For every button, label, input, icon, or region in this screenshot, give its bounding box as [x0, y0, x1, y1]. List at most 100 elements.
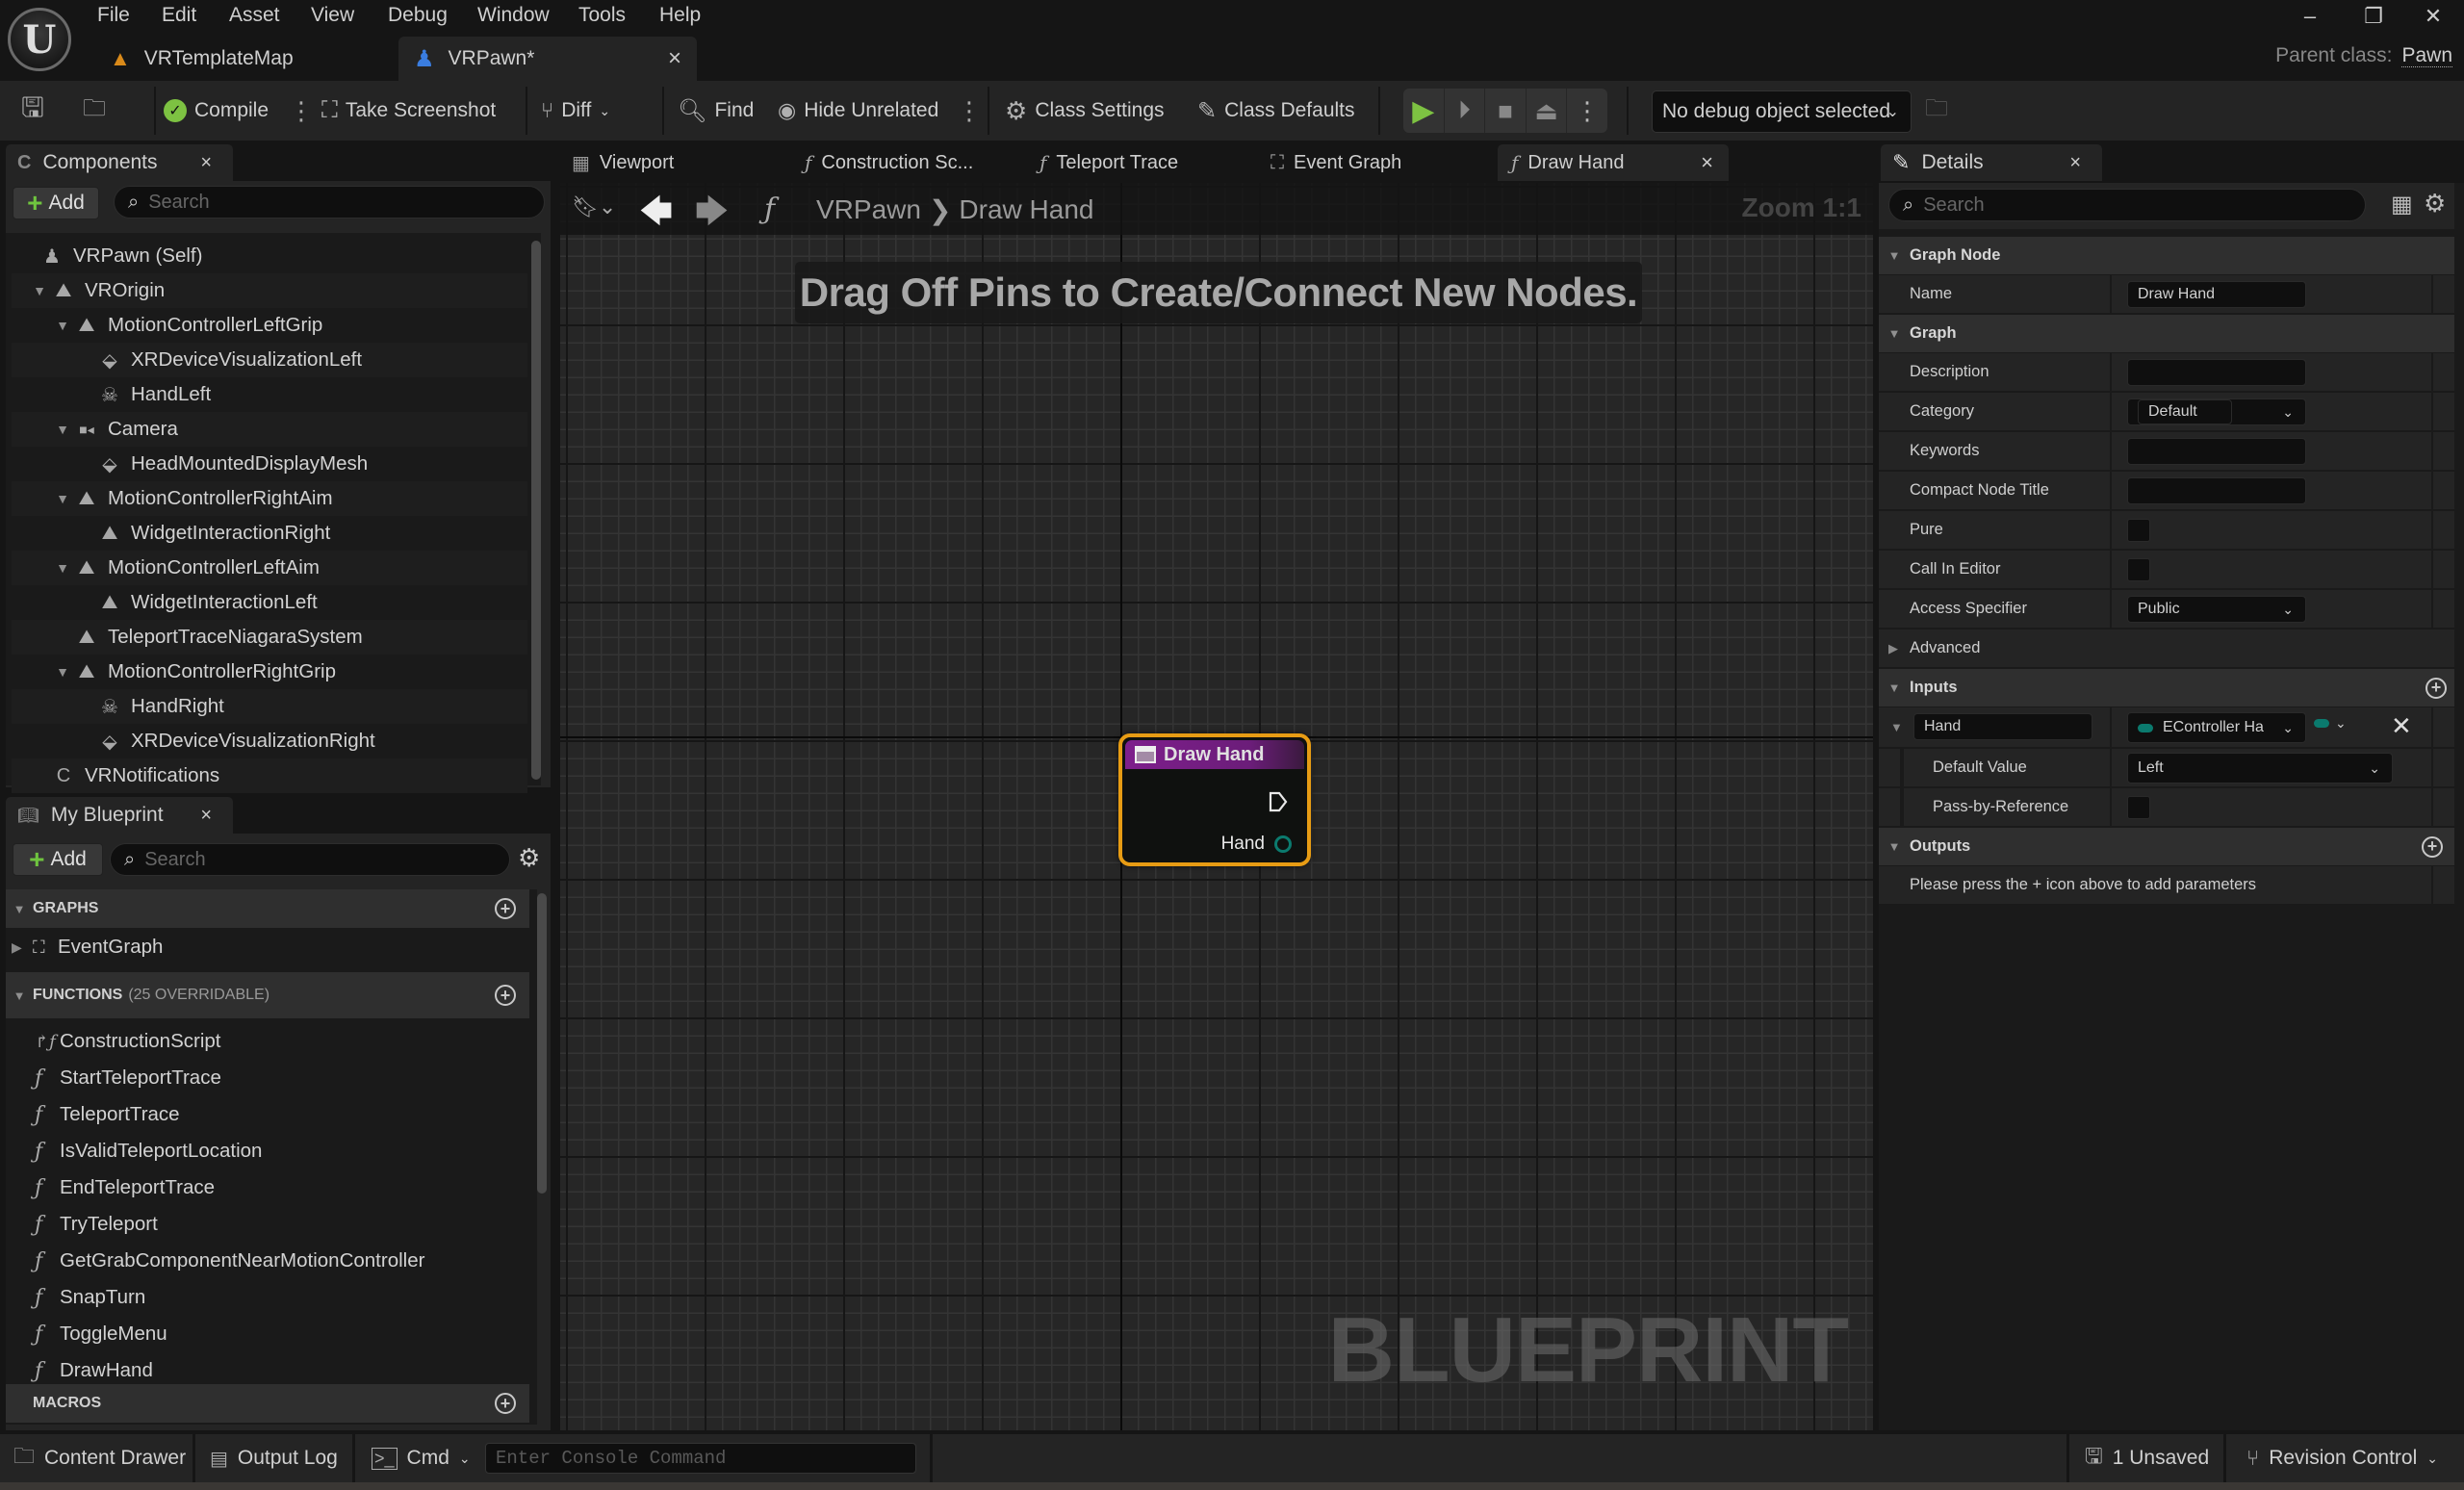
pure-checkbox[interactable] [2127, 519, 2150, 542]
input-type-dropdown[interactable]: EController Ha ⌄ [2127, 712, 2306, 743]
add-component-button[interactable]: + Add [13, 187, 99, 219]
class-settings-button[interactable]: ⚙ Class Settings [1005, 81, 1165, 141]
take-screenshot-button[interactable]: ⛶ Take Screenshot [321, 81, 496, 141]
close-tab-icon[interactable]: × [1701, 150, 1713, 175]
exec-output-pin[interactable] [1269, 791, 1288, 812]
console-command-input[interactable] [496, 1448, 915, 1469]
expand-arrow-icon[interactable]: ▼ [52, 422, 73, 437]
breadcrumb-root[interactable]: VRPawn [816, 194, 921, 226]
my-blueprint-tab[interactable]: 📖︎ My Blueprint × [6, 797, 233, 834]
access-specifier-dropdown[interactable]: Public ⌄ [2127, 596, 2306, 623]
function-item[interactable]: ƒ StartTeleportTrace [35, 1061, 221, 1095]
expand-arrow-icon[interactable]: ▼ [29, 283, 50, 298]
tab-event-graph[interactable]: ⛶ Event Graph [1270, 144, 1401, 181]
components-search[interactable]: ⌕ [114, 186, 545, 218]
functions-section-header[interactable]: ▼ FUNCTIONS (25 OVERRIDABLE) + [6, 972, 529, 1018]
add-macro-icon[interactable]: + [495, 1393, 516, 1414]
tab-construction-script[interactable]: ƒ Construction Sc... [805, 144, 973, 181]
output-log-button[interactable]: ▤ Output Log [210, 1434, 338, 1482]
expand-arrow-icon[interactable]: ▼ [52, 318, 73, 333]
add-output-icon[interactable]: + [2422, 835, 2443, 858]
doc-tab-vrtemplatemap[interactable]: ▲ VRTemplateMap [94, 37, 393, 81]
close-icon[interactable]: × [200, 152, 212, 174]
unsaved-button[interactable]: 🖫 1 Unsaved [2085, 1434, 2209, 1482]
expand-arrow-icon[interactable]: ▼ [1890, 720, 1903, 734]
expand-arrow-icon[interactable]: ▼ [52, 491, 73, 506]
component-tree-item[interactable]: ▼ ⛰ MotionControllerRightGrip [12, 655, 527, 689]
tab-teleport-trace[interactable]: ƒ Teleport Trace [1040, 144, 1178, 181]
doc-tab-vrpawn[interactable]: ♟ VRPawn* × [398, 37, 697, 81]
eject-button[interactable]: ⏏ [1527, 89, 1568, 133]
component-tree-item[interactable]: ☠ HandRight [12, 689, 527, 724]
content-drawer-button[interactable]: 🗀 Content Drawer [13, 1434, 186, 1482]
compile-button[interactable]: ✓ Compile [164, 81, 269, 141]
stop-button[interactable]: ■ [1485, 89, 1527, 133]
property-matrix-icon[interactable]: ▦ [2391, 191, 2413, 218]
hide-unrelated-options-button[interactable]: ⋮ [957, 81, 982, 141]
function-item[interactable]: ƒ EndTeleportTrace [35, 1170, 215, 1205]
restore-button[interactable]: ❐ [2354, 4, 2393, 29]
component-tree-item[interactable]: ▼ ⛰ VROrigin [12, 273, 527, 308]
function-item[interactable]: ƒ ToggleMenu [35, 1317, 167, 1351]
remove-input-icon[interactable]: ✕ [2391, 711, 2412, 741]
function-item[interactable]: ƒ SnapTurn [35, 1280, 145, 1315]
component-tree-item[interactable]: ☠ HandLeft [12, 377, 527, 412]
add-member-button[interactable]: + Add [13, 843, 103, 876]
function-item[interactable]: ƒ DrawHand [35, 1353, 153, 1388]
expand-arrow-icon[interactable]: ▼ [52, 560, 73, 576]
details-settings-icon[interactable]: ⚙ [2424, 189, 2446, 218]
component-tree-item[interactable]: ⛰ TeleportTraceNiagaraSystem [12, 620, 527, 655]
components-search-input[interactable] [148, 191, 481, 214]
close-icon[interactable]: × [2069, 152, 2081, 174]
browse-button[interactable]: 🗀 [83, 81, 106, 141]
menu-file[interactable]: File [97, 4, 130, 27]
category-dropdown[interactable]: Default ⌄ [2127, 398, 2306, 425]
unreal-logo-icon[interactable]: U [8, 8, 71, 71]
details-search[interactable]: ⌕ [1888, 189, 2366, 221]
menu-help[interactable]: Help [659, 4, 701, 27]
component-tree-item[interactable]: ▼ ■◂ Camera [12, 412, 527, 447]
component-tree-item[interactable]: ⛰ WidgetInteractionRight [12, 516, 527, 551]
bookmark-icon[interactable]: 🔖︎⌄ [572, 194, 616, 219]
debug-object-dropdown[interactable]: No debug object selected ⌄ [1652, 90, 1912, 133]
function-item[interactable]: ƒ TryTeleport [35, 1207, 158, 1242]
pass-by-reference-checkbox[interactable] [2127, 796, 2150, 819]
component-tree-item[interactable]: C VRNotifications [12, 758, 527, 793]
blueprint-graph-canvas[interactable]: 🔖︎⌄ 🡄 🡆 ƒ VRPawn ❯ Draw Hand Zoom 1:1 Dr… [560, 183, 1873, 1430]
description-field[interactable] [2127, 359, 2306, 386]
input-name-field[interactable]: Hand [1913, 713, 2092, 740]
close-window-button[interactable]: ✕ [2414, 4, 2452, 29]
hide-unrelated-button[interactable]: ◉ Hide Unrelated [778, 81, 938, 141]
graph-item-eventgraph[interactable]: ▶ ⛶ EventGraph [12, 930, 163, 964]
find-button[interactable]: 🔍︎ Find [678, 81, 754, 141]
container-type-dropdown[interactable]: ⌄ [2314, 715, 2347, 732]
menu-debug[interactable]: Debug [388, 4, 448, 27]
components-scrollbar[interactable] [531, 241, 541, 780]
menu-view[interactable]: View [311, 4, 354, 27]
category-value[interactable]: Default [2138, 399, 2232, 424]
component-tree-item[interactable]: ⬙ HeadMountedDisplayMesh [12, 447, 527, 481]
section-outputs[interactable]: ▼ Outputs + [1879, 828, 2454, 866]
debug-browse-button[interactable]: 🗀 [1925, 81, 1948, 141]
details-search-input[interactable] [1923, 193, 2294, 217]
hand-output-pin[interactable]: Hand [1221, 834, 1292, 855]
my-blueprint-search-input[interactable] [144, 848, 453, 871]
cmd-dropdown[interactable]: >_ Cmd ⌄ [372, 1434, 471, 1482]
my-blueprint-settings-icon[interactable]: ⚙ [518, 843, 540, 873]
close-tab-icon[interactable]: × [668, 45, 681, 72]
section-graph[interactable]: ▼ Graph [1879, 315, 2454, 353]
my-blueprint-search[interactable]: ⌕ [110, 843, 510, 876]
section-advanced[interactable]: ▶ Advanced [1879, 629, 2454, 668]
section-inputs[interactable]: ▼ Inputs + [1879, 669, 2454, 707]
function-item[interactable]: ƒ IsValidTeleportLocation [35, 1134, 262, 1169]
save-button[interactable]: 🖫 [21, 81, 44, 141]
section-graph-node[interactable]: ▼ Graph Node [1879, 237, 2454, 275]
keywords-field[interactable] [2127, 438, 2306, 465]
compile-options-button[interactable]: ⋮ [289, 81, 314, 141]
function-item[interactable]: ƒ GetGrabComponentNearMotionController [35, 1244, 424, 1278]
menu-window[interactable]: Window [477, 4, 550, 27]
add-function-icon[interactable]: + [495, 985, 516, 1006]
menu-asset[interactable]: Asset [229, 4, 280, 27]
add-graph-icon[interactable]: + [495, 898, 516, 919]
call-in-editor-checkbox[interactable] [2127, 558, 2150, 581]
